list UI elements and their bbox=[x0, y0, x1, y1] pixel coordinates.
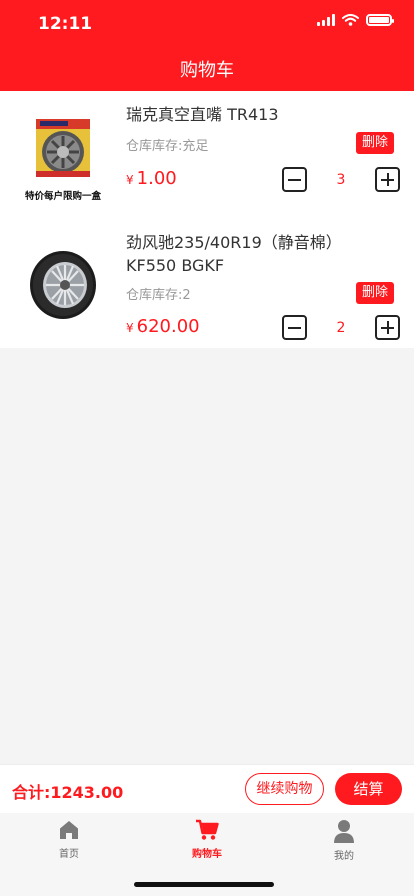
increase-button[interactable] bbox=[375, 315, 400, 340]
product-image-valve[interactable]: 特价每户限购一盒 bbox=[22, 105, 104, 205]
cart-item: 劲风驰235/40R19（静音棉）KF550 BGKF 仓库库存:2 删除 ¥6… bbox=[0, 219, 414, 348]
checkout-bar: 合计:1243.00 继续购物 结算 bbox=[0, 764, 414, 813]
cart-icon bbox=[196, 819, 219, 840]
checkout-button[interactable]: 结算 bbox=[335, 773, 402, 805]
page-title: 购物车 bbox=[180, 60, 234, 81]
increase-button[interactable] bbox=[375, 167, 400, 192]
decrease-button[interactable] bbox=[282, 167, 307, 192]
continue-shopping-button[interactable]: 继续购物 bbox=[245, 773, 324, 805]
home-indicator bbox=[134, 882, 274, 887]
tab-profile[interactable]: 我的 bbox=[304, 819, 384, 862]
price-value: 1.00 bbox=[136, 168, 177, 189]
wifi-icon bbox=[342, 14, 359, 26]
cart-item: 特价每户限购一盒 瑞克真空直嘴 TR413 仓库库存:充足 删除 ¥1.00 3 bbox=[0, 91, 414, 219]
delete-button[interactable]: 删除 bbox=[356, 282, 394, 304]
quantity-value[interactable]: 3 bbox=[307, 172, 375, 188]
tab-home[interactable]: 首页 bbox=[29, 819, 109, 860]
product-image-tire[interactable] bbox=[22, 237, 104, 337]
user-icon bbox=[334, 820, 354, 843]
tab-cart[interactable]: 购物车 bbox=[167, 819, 247, 860]
cart-list: 特价每户限购一盒 瑞克真空直嘴 TR413 仓库库存:充足 删除 ¥1.00 3 bbox=[0, 91, 414, 348]
tab-label: 购物车 bbox=[192, 849, 222, 860]
status-icons bbox=[317, 14, 394, 26]
status-time: 12:11 bbox=[38, 14, 93, 34]
quantity-stepper: 3 bbox=[282, 167, 400, 192]
decrease-button[interactable] bbox=[282, 315, 307, 340]
delete-button[interactable]: 删除 bbox=[356, 132, 394, 154]
currency-symbol: ¥ bbox=[126, 321, 134, 335]
tab-label: 我的 bbox=[334, 851, 354, 862]
tab-label: 首页 bbox=[59, 849, 79, 860]
item-name[interactable]: 劲风驰235/40R19（静音棉）KF550 BGKF bbox=[126, 231, 386, 277]
total-amount: 合计:1243.00 bbox=[12, 783, 124, 802]
home-icon bbox=[60, 821, 78, 839]
currency-symbol: ¥ bbox=[126, 173, 134, 187]
image-caption: 特价每户限购一盒 bbox=[25, 190, 102, 202]
stock-label: 仓库库存:充足 bbox=[126, 139, 209, 154]
quantity-stepper: 2 bbox=[282, 315, 400, 340]
signal-icon bbox=[317, 14, 335, 26]
item-price: ¥620.00 bbox=[126, 316, 200, 337]
stock-label: 仓库库存:2 bbox=[126, 288, 191, 303]
price-value: 620.00 bbox=[136, 316, 200, 337]
battery-icon bbox=[366, 14, 394, 26]
item-name[interactable]: 瑞克真空直嘴 TR413 bbox=[126, 103, 386, 126]
header: 12:11 购物车 bbox=[0, 0, 414, 91]
item-price: ¥1.00 bbox=[126, 168, 177, 189]
quantity-value[interactable]: 2 bbox=[307, 320, 375, 336]
